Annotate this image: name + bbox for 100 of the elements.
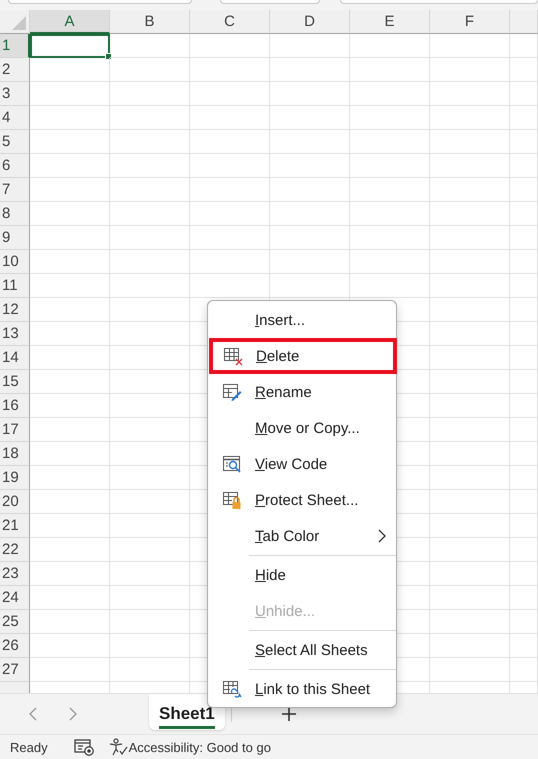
grid-cell[interactable] [430,82,510,106]
grid-cell[interactable] [350,226,430,250]
grid-cell[interactable] [430,442,510,466]
grid-cell[interactable] [110,466,190,490]
grid-cell[interactable] [110,586,190,610]
grid-cell[interactable] [510,226,538,250]
grid-cell[interactable] [30,178,110,202]
row-header[interactable]: 10 [0,250,30,274]
grid-cell[interactable] [30,226,110,250]
column-header[interactable]: C [190,10,270,34]
row-header[interactable]: 23 [0,562,30,586]
grid-cell[interactable] [430,586,510,610]
grid-cell[interactable] [110,82,190,106]
column-header[interactable]: F [430,10,510,34]
grid-cell[interactable] [30,298,110,322]
row-header[interactable]: 12 [0,298,30,322]
select-all-corner[interactable] [0,10,30,34]
row-header[interactable]: 26 [0,634,30,658]
grid-cell[interactable] [110,418,190,442]
grid-cell[interactable] [270,226,350,250]
grid-cell[interactable] [110,514,190,538]
row-header[interactable]: 5 [0,130,30,154]
row-header[interactable]: 11 [0,274,30,298]
grid-cell[interactable] [110,274,190,298]
grid-cell[interactable] [510,610,538,634]
row-header[interactable]: 21 [0,514,30,538]
grid-cell[interactable] [30,466,110,490]
grid-cell[interactable] [430,394,510,418]
row-header[interactable]: 24 [0,586,30,610]
grid-cell[interactable] [190,58,270,82]
grid-cell[interactable] [350,154,430,178]
grid-cell[interactable] [510,466,538,490]
grid-cell[interactable] [510,154,538,178]
row-header[interactable]: 1 [0,34,30,58]
column-header[interactable]: A [30,10,110,34]
grid-cell[interactable] [350,130,430,154]
grid-cell[interactable] [510,250,538,274]
grid-cell[interactable] [510,562,538,586]
row-header[interactable]: 19 [0,466,30,490]
column-header[interactable]: B [110,10,190,34]
grid-cell[interactable] [110,610,190,634]
grid-cell[interactable] [190,202,270,226]
grid-cell[interactable] [30,634,110,658]
grid-cell[interactable] [110,538,190,562]
grid-cell[interactable] [430,178,510,202]
grid-cell[interactable] [430,250,510,274]
grid-cell[interactable] [270,154,350,178]
grid-cell[interactable] [30,202,110,226]
grid-cell[interactable] [350,250,430,274]
grid-cell[interactable] [270,58,350,82]
grid-cell[interactable] [350,106,430,130]
menu-item[interactable]: Move or Copy... [208,410,396,446]
grid-cell[interactable] [30,394,110,418]
row-header[interactable]: 27 [0,658,30,682]
grid-cell[interactable] [110,562,190,586]
grid-cell[interactable] [30,346,110,370]
grid-cell[interactable] [510,658,538,682]
grid-cell[interactable] [430,490,510,514]
grid-cell[interactable] [510,370,538,394]
grid-cell[interactable] [30,370,110,394]
grid-cell[interactable] [110,178,190,202]
grid-cell[interactable] [430,466,510,490]
column-header[interactable]: D [270,10,350,34]
grid-cell[interactable] [510,634,538,658]
grid-cell[interactable] [270,106,350,130]
grid-cell[interactable] [430,538,510,562]
row-header[interactable]: 18 [0,442,30,466]
grid-cell[interactable] [510,418,538,442]
row-header[interactable]: 6 [0,154,30,178]
grid-cell[interactable] [430,322,510,346]
grid-cell[interactable] [30,442,110,466]
grid-cell[interactable] [30,562,110,586]
grid-cell[interactable] [110,370,190,394]
grid-cell[interactable] [510,514,538,538]
grid-cell[interactable] [110,634,190,658]
grid-cell[interactable] [190,82,270,106]
grid-cell[interactable] [110,346,190,370]
row-header[interactable]: 7 [0,178,30,202]
grid-cell[interactable] [510,130,538,154]
grid-cell[interactable] [510,274,538,298]
grid-cell[interactable] [270,274,350,298]
grid-cell[interactable] [110,58,190,82]
fill-handle[interactable] [105,53,112,60]
grid-cell[interactable] [430,226,510,250]
grid-cell[interactable] [190,250,270,274]
grid-cell[interactable] [430,130,510,154]
grid-cell[interactable] [30,514,110,538]
column-header[interactable]: E [350,10,430,34]
grid-cell[interactable] [430,58,510,82]
grid-cell[interactable] [430,370,510,394]
grid-cell[interactable] [430,202,510,226]
row-header[interactable]: 20 [0,490,30,514]
grid-cell[interactable] [510,322,538,346]
grid-cell[interactable] [110,322,190,346]
grid-cell[interactable] [30,58,110,82]
grid-cell[interactable] [110,154,190,178]
grid-cell[interactable] [430,514,510,538]
row-header[interactable]: 4 [0,106,30,130]
grid-cell[interactable] [190,130,270,154]
menu-item[interactable]: Insert... [208,302,396,338]
